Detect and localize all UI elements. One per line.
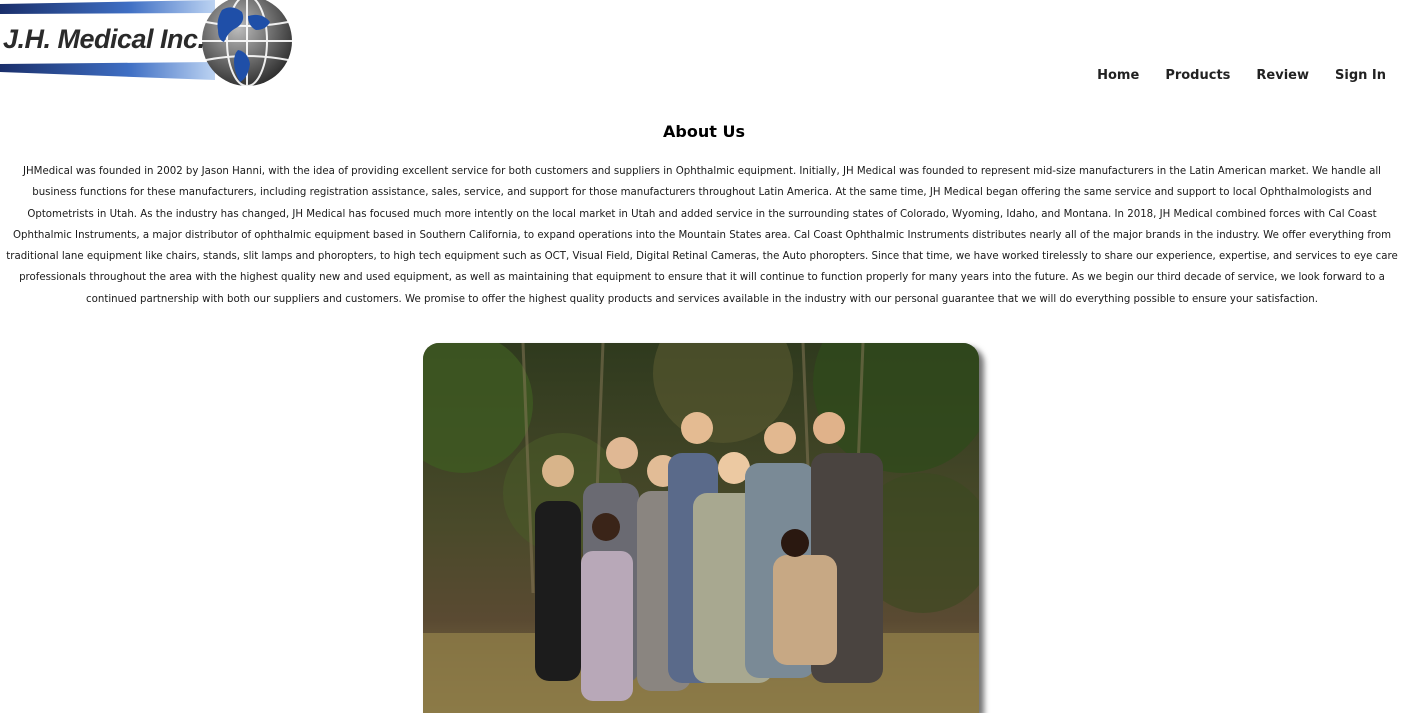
about-paragraph: JHMedical was founded in 2002 by Jason H… [6,166,1398,305]
family-photo [423,343,979,713]
nav-sign-in[interactable]: Sign In [1335,68,1386,83]
nav-review[interactable]: Review [1256,68,1309,83]
nav-home[interactable]: Home [1097,68,1139,83]
main-nav: Home Products Review Sign In [1097,68,1386,83]
page-title: About Us [663,122,745,141]
logo-text: J.H. Medical Inc. [3,24,205,54]
nav-products[interactable]: Products [1165,68,1230,83]
company-logo[interactable]: J.H. Medical Inc. [0,0,300,88]
family-photo-image [423,343,979,713]
